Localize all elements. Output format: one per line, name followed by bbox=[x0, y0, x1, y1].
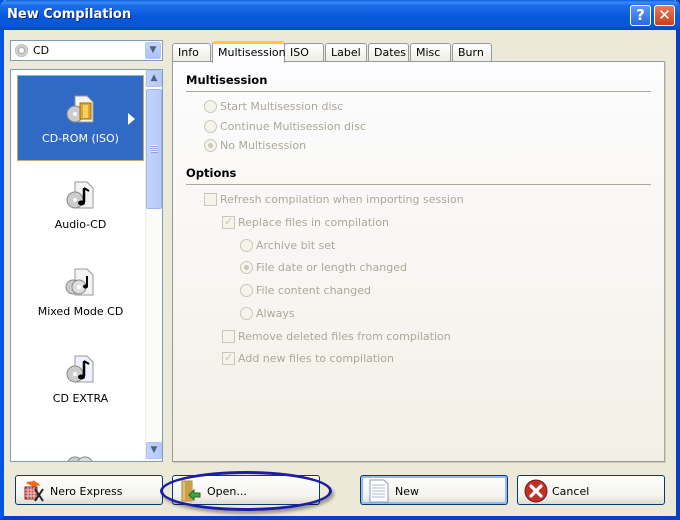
type-item-label: Mixed Mode CD bbox=[37, 305, 124, 318]
option-label: Always bbox=[256, 307, 295, 320]
type-item-label: CD EXTRA bbox=[52, 392, 109, 405]
cd-disc-icon bbox=[15, 44, 28, 57]
option-label: Start Multisession disc bbox=[220, 100, 344, 113]
tab-label: Multisession bbox=[218, 46, 286, 59]
open-button[interactable]: Open... bbox=[172, 475, 320, 505]
cd-extra-icon bbox=[66, 355, 93, 383]
checkbox[interactable] bbox=[222, 215, 235, 229]
type-item-label: CD-ROM (ISO) bbox=[42, 132, 119, 145]
type-item-cd-rom-iso[interactable]: CD-ROM (ISO) bbox=[17, 75, 144, 161]
multisession-heading: Multisession bbox=[186, 73, 268, 87]
cd-copy-icon bbox=[67, 456, 92, 461]
expand-arrow-icon bbox=[128, 113, 135, 125]
nero-express-button[interactable]: Nero Express bbox=[15, 475, 163, 505]
scroll-down-button[interactable]: ▼ bbox=[146, 442, 162, 459]
type-item-audio-cd[interactable]: Audio-CD bbox=[17, 162, 144, 248]
radio-button[interactable] bbox=[240, 239, 253, 252]
cancel-button[interactable]: Cancel bbox=[517, 475, 665, 505]
nero-express-icon bbox=[24, 480, 44, 502]
radio-button[interactable] bbox=[240, 307, 253, 320]
button-label: Nero Express bbox=[50, 485, 123, 498]
new-button[interactable]: New bbox=[360, 475, 508, 505]
grip-icon bbox=[151, 145, 158, 153]
media-type-value: CD bbox=[33, 44, 50, 57]
tab-label[interactable]: Label bbox=[325, 43, 367, 62]
mixed-mode-cd-icon bbox=[65, 268, 93, 296]
help-icon: ? bbox=[636, 6, 645, 24]
option-label: Archive bit set bbox=[256, 239, 336, 252]
type-item-cd-copy[interactable] bbox=[17, 423, 144, 461]
audio-cd-icon bbox=[66, 181, 93, 209]
button-label: New bbox=[395, 485, 419, 498]
tab-label: Dates bbox=[374, 46, 407, 59]
scroll-thumb[interactable] bbox=[146, 89, 162, 209]
option-label: File date or length changed bbox=[256, 261, 407, 274]
type-item-label: Audio-CD bbox=[54, 218, 107, 231]
chevron-down-icon[interactable]: ▼ bbox=[145, 42, 161, 59]
option-label: File content changed bbox=[256, 284, 371, 297]
tab-misc[interactable]: Misc bbox=[410, 43, 451, 62]
type-list-scrollbar[interactable]: ▲ ▼ bbox=[145, 70, 162, 461]
radio-button[interactable] bbox=[240, 261, 253, 274]
option-label: Remove deleted files from compilation bbox=[238, 330, 451, 343]
media-type-dropdown[interactable]: CD ▼ bbox=[10, 40, 163, 61]
tab-label: Info bbox=[178, 46, 199, 59]
radio-button[interactable] bbox=[204, 139, 217, 152]
radio-button[interactable] bbox=[204, 100, 217, 113]
radio-button[interactable] bbox=[240, 284, 253, 297]
tab-multisession[interactable]: Multisession bbox=[212, 41, 286, 63]
tab-label: Burn bbox=[458, 46, 484, 59]
tab-info[interactable]: Info bbox=[172, 43, 211, 62]
type-item-cd-extra[interactable]: CD EXTRA bbox=[17, 336, 144, 422]
open-folder-icon bbox=[181, 480, 201, 502]
checkbox[interactable] bbox=[204, 193, 217, 206]
option-label: Replace files in compilation bbox=[238, 216, 389, 229]
divider bbox=[186, 184, 651, 185]
tab-burn[interactable]: Burn bbox=[452, 43, 492, 62]
close-icon: ✕ bbox=[658, 6, 671, 24]
cancel-x-icon bbox=[524, 479, 548, 503]
cd-rom-iso-icon bbox=[66, 95, 93, 123]
scroll-up-button[interactable]: ▲ bbox=[146, 70, 162, 87]
button-label: Cancel bbox=[552, 485, 590, 498]
new-document-icon bbox=[369, 479, 389, 503]
button-label: Open... bbox=[207, 485, 247, 498]
type-item-mixed-mode-cd[interactable]: Mixed Mode CD bbox=[17, 249, 144, 335]
option-label: Add new files to compilation bbox=[238, 352, 394, 365]
options-heading: Options bbox=[186, 166, 237, 180]
checkbox[interactable] bbox=[222, 330, 235, 343]
close-button[interactable]: ✕ bbox=[654, 5, 675, 26]
tab-dates[interactable]: Dates bbox=[368, 43, 409, 62]
tab-label: Misc bbox=[416, 46, 441, 59]
title-bar: New Compilation ? ✕ bbox=[0, 0, 680, 30]
window-title: New Compilation bbox=[7, 7, 132, 22]
option-label: No Multisession bbox=[220, 139, 307, 152]
checkbox[interactable] bbox=[222, 351, 235, 365]
tab-iso[interactable]: ISO bbox=[284, 43, 324, 62]
divider bbox=[186, 91, 651, 92]
tab-label-text: Label bbox=[331, 46, 361, 59]
compilation-type-list: CD-ROM (ISO) Audio-CD Mixed Mode CD CD E… bbox=[10, 69, 163, 462]
multisession-tab-panel: Multisession Start Multisession disc Con… bbox=[172, 61, 665, 462]
tab-label: ISO bbox=[290, 46, 309, 59]
option-label: Continue Multisession disc bbox=[220, 120, 366, 133]
radio-button[interactable] bbox=[204, 120, 217, 133]
option-label: Refresh compilation when importing sessi… bbox=[220, 193, 464, 206]
help-button[interactable]: ? bbox=[630, 5, 651, 26]
